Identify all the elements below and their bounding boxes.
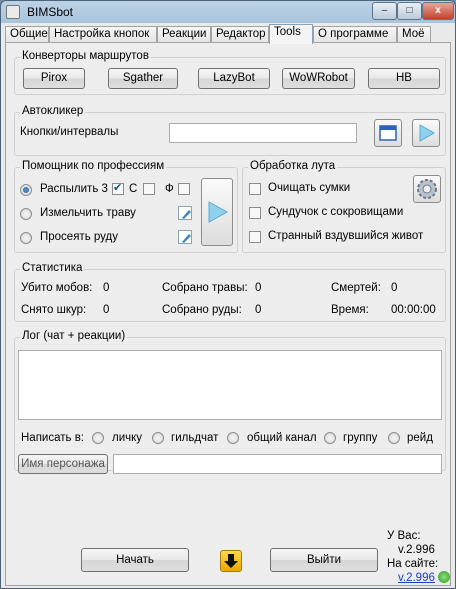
c-label: С [129,183,138,195]
character-name-button[interactable]: Имя персонажа [18,454,108,474]
tab-button-settings[interactable]: Настройка кнопок [49,26,157,43]
autoclicker-play-button[interactable] [412,119,440,147]
app-icon [6,5,20,19]
pirox-button[interactable]: Pirox [23,68,85,89]
deaths-label: Смертей: [331,282,381,294]
sift-radio[interactable] [20,232,32,244]
hb-button[interactable]: HB [368,68,440,89]
title-bar: BIMSbot – □ x [1,1,455,23]
loot-settings-button[interactable] [413,175,441,203]
bloated-belly-label: Странный вздувшийся живот [268,230,424,242]
sift-label: Просеять руду [40,231,118,243]
window-icon [379,125,397,141]
play-icon [419,124,436,142]
intervals-input[interactable] [169,123,357,143]
time-label: Время: [331,304,369,316]
ore-label: Собрано руды: [162,304,242,316]
main-window: BIMSbot – □ x Общие Настройка кнопок Реа… [0,0,456,589]
arrow-down-icon [224,554,238,568]
spray-count-checkbox[interactable] [112,181,124,195]
lazybot-button[interactable]: LazyBot [198,68,270,89]
grind-edit-button[interactable] [178,206,192,220]
tab-general[interactable]: Общие [5,26,49,43]
grind-radio[interactable] [20,208,32,220]
converters-group: Конверторы маршрутов Pirox Sgather LazyB… [14,50,446,95]
skins-value: 0 [103,304,110,316]
log-textarea[interactable] [18,350,442,420]
minimize-button[interactable]: – [372,2,397,20]
tab-tools[interactable]: Tools [269,24,313,44]
tab-about[interactable]: О программе [313,26,397,43]
loot-title: Обработка лута [248,160,338,172]
skins-label: Снято шкур: [21,304,87,316]
play-icon [208,201,229,223]
channel-general-radio[interactable] [227,432,239,444]
tab-mine[interactable]: Моё [397,26,431,43]
close-button[interactable]: x [422,2,454,20]
treasure-chest-checkbox[interactable] [249,207,261,219]
mobs-killed-label: Убито мобов: [21,282,93,294]
write-to-label: Написать в: [21,432,85,444]
ore-value: 0 [255,304,262,316]
professions-title: Помощник по профессиям [20,160,167,172]
gear-icon [417,179,437,199]
professions-group: Помощник по профессиям Распылить 3 С Ф И… [14,160,238,253]
stats-group: Статистика Убито мобов: 0 Собрано травы:… [14,262,446,322]
mobs-killed-value: 0 [103,282,110,294]
spray-radio[interactable] [20,184,32,196]
local-version-label: У Вас: [387,530,421,542]
clear-bags-checkbox[interactable] [249,183,261,195]
deaths-value: 0 [391,282,398,294]
channel-party-radio[interactable] [324,432,336,444]
tab-editor[interactable]: Редактор [211,26,269,43]
pencil-icon [182,234,191,243]
herbs-label: Собрано травы: [162,282,248,294]
sgather-button[interactable]: Sgather [108,68,178,89]
window-title: BIMSbot [27,5,74,19]
channel-guild-label: гильдчат [171,432,219,444]
profession-play-button[interactable] [201,178,233,246]
channel-party-label: группу [343,432,378,444]
download-button[interactable] [220,550,242,572]
tools-panel: Конверторы маршрутов Pirox Sgather LazyB… [5,42,451,586]
window-config-button[interactable] [374,119,402,147]
maximize-button[interactable]: □ [397,2,422,20]
pencil-icon [182,210,191,219]
spray-label: Распылить 3 [40,183,108,195]
buttons-intervals-label: Кнопки/интервалы [20,126,119,138]
clear-bags-label: Очищать сумки [268,182,351,194]
loot-group: Обработка лута Очищать сумки Сундучок с … [242,160,446,253]
exit-button[interactable]: Выйти [270,548,378,572]
channel-guild-radio[interactable] [152,432,164,444]
c-checkbox[interactable] [143,183,155,195]
sift-edit-button[interactable] [178,230,192,244]
f-label: Ф [165,183,174,195]
grind-label: Измельчить траву [40,207,136,219]
bloated-belly-checkbox[interactable] [249,231,261,243]
log-title: Лог (чат + реакции) [20,330,128,342]
channel-general-label: общий канал [247,432,317,444]
autoclicker-group: Автокликер Кнопки/интервалы [14,105,446,156]
channel-whisper-label: личку [112,432,143,444]
message-input[interactable] [113,454,442,474]
channel-raid-label: рейд [407,432,433,444]
f-checkbox[interactable] [178,183,190,195]
wowrobot-button[interactable]: WoWRobot [282,68,355,89]
autoclicker-title: Автокликер [20,105,86,117]
stats-title: Статистика [20,262,85,274]
herbs-value: 0 [255,282,262,294]
refresh-icon[interactable] [438,571,450,583]
log-group: Лог (чат + реакции) Написать в: личку ги… [14,330,446,474]
treasure-chest-label: Сундучок с сокровищами [268,206,404,218]
tab-reactions[interactable]: Реакции [157,26,211,43]
channel-whisper-radio[interactable] [92,432,104,444]
site-version-label: На сайте: [387,558,439,570]
converters-title: Конверторы маршрутов [20,50,151,62]
site-version-link[interactable]: v.2.996 [398,572,435,584]
start-button[interactable]: Начать [81,548,189,572]
local-version-value: v.2.996 [398,544,435,556]
channel-raid-radio[interactable] [388,432,400,444]
time-value: 00:00:00 [391,304,436,316]
